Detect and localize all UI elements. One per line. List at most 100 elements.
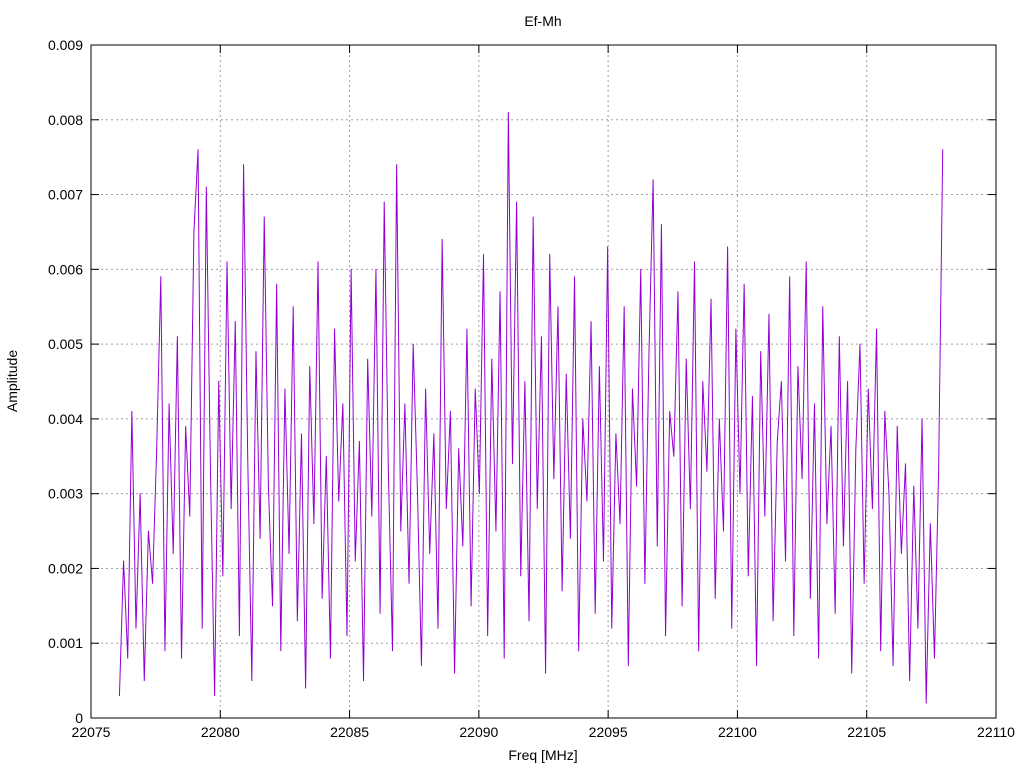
data-point <box>627 665 629 667</box>
data-point <box>499 291 501 293</box>
data-point <box>694 261 696 263</box>
data-point <box>905 463 906 465</box>
data-point <box>636 485 638 487</box>
data-point <box>342 403 344 405</box>
data-point <box>942 149 944 151</box>
data-point <box>793 635 795 637</box>
data-point <box>425 388 427 390</box>
data-point <box>847 381 849 382</box>
data-point <box>739 493 741 495</box>
data-point <box>437 627 439 629</box>
data-point <box>396 164 398 166</box>
data-point <box>929 523 931 525</box>
data-point <box>305 687 307 689</box>
data-point <box>458 448 460 450</box>
data-point <box>222 575 224 577</box>
data-point <box>251 680 253 682</box>
data-point <box>511 463 513 465</box>
data-point <box>623 306 625 308</box>
y-tick-label: 0.002 <box>48 560 83 576</box>
data-point <box>855 448 857 450</box>
data-point <box>218 381 220 382</box>
data-point <box>135 627 137 629</box>
data-point <box>574 276 576 278</box>
data-point <box>433 433 435 435</box>
data-point <box>503 657 505 659</box>
data-point <box>363 680 365 682</box>
data-point <box>842 545 844 547</box>
data-point <box>925 702 927 704</box>
data-point <box>445 508 447 510</box>
data-point <box>747 575 749 577</box>
data-point <box>243 164 245 166</box>
data-point <box>867 388 869 390</box>
data-point <box>851 672 853 674</box>
data-point <box>884 410 886 412</box>
data-point <box>474 388 476 390</box>
data-point <box>176 336 178 338</box>
data-point <box>797 366 799 368</box>
data-point <box>727 246 729 248</box>
data-point <box>631 388 633 390</box>
data-point <box>139 493 141 495</box>
data-point <box>685 358 687 360</box>
data-point <box>449 410 451 412</box>
data-point <box>420 665 422 667</box>
data-point <box>272 605 274 607</box>
y-tick-label: 0.008 <box>48 112 83 128</box>
data-point <box>466 328 468 330</box>
data-point <box>495 530 497 532</box>
data-point <box>921 418 923 420</box>
data-point <box>317 261 319 263</box>
data-point <box>582 418 584 420</box>
data-point <box>263 216 265 218</box>
data-point <box>669 410 671 412</box>
data-point <box>553 478 555 480</box>
data-point <box>358 440 360 442</box>
data-point <box>660 223 662 225</box>
data-point <box>143 680 145 682</box>
data-point <box>644 582 646 584</box>
data-point <box>565 373 567 375</box>
data-point <box>805 261 807 263</box>
data-point <box>611 627 613 629</box>
data-point <box>536 508 538 510</box>
series-line <box>118 112 944 704</box>
data-point <box>909 680 911 682</box>
data-point <box>892 665 894 667</box>
y-tick-label: 0.007 <box>48 187 83 203</box>
data-point <box>652 179 654 181</box>
data-point <box>545 672 547 674</box>
data-point <box>164 650 166 652</box>
data-point <box>470 605 472 607</box>
data-point <box>491 358 493 360</box>
data-point <box>412 343 414 345</box>
data-point <box>594 612 596 614</box>
data-point <box>540 336 542 338</box>
data-point <box>871 508 873 510</box>
data-point <box>888 493 890 495</box>
amplitude-chart: 22075 22080 22085 22090 22095 22100 22105 22110… <box>4 13 1015 763</box>
data-point <box>768 313 770 315</box>
data-point <box>172 552 174 554</box>
data-point <box>524 381 526 382</box>
x-tick-label: 22105 <box>847 724 886 740</box>
data-point <box>181 657 182 659</box>
data-point <box>507 111 509 113</box>
data-point <box>731 627 733 629</box>
y-tick-label: 0.003 <box>48 486 83 502</box>
data-point <box>296 620 298 622</box>
y-axis-label: Amplitude <box>4 350 20 412</box>
data-point <box>354 560 356 562</box>
y-tick-label: 0 <box>75 710 83 726</box>
data-point <box>147 530 149 532</box>
data-point <box>214 695 216 697</box>
data-point <box>375 268 377 270</box>
data-point <box>255 351 257 353</box>
data-point <box>689 508 691 510</box>
data-point <box>859 343 861 345</box>
data-point <box>309 366 311 368</box>
data-point <box>391 650 393 652</box>
data-point <box>168 403 170 405</box>
data-point <box>776 440 778 442</box>
